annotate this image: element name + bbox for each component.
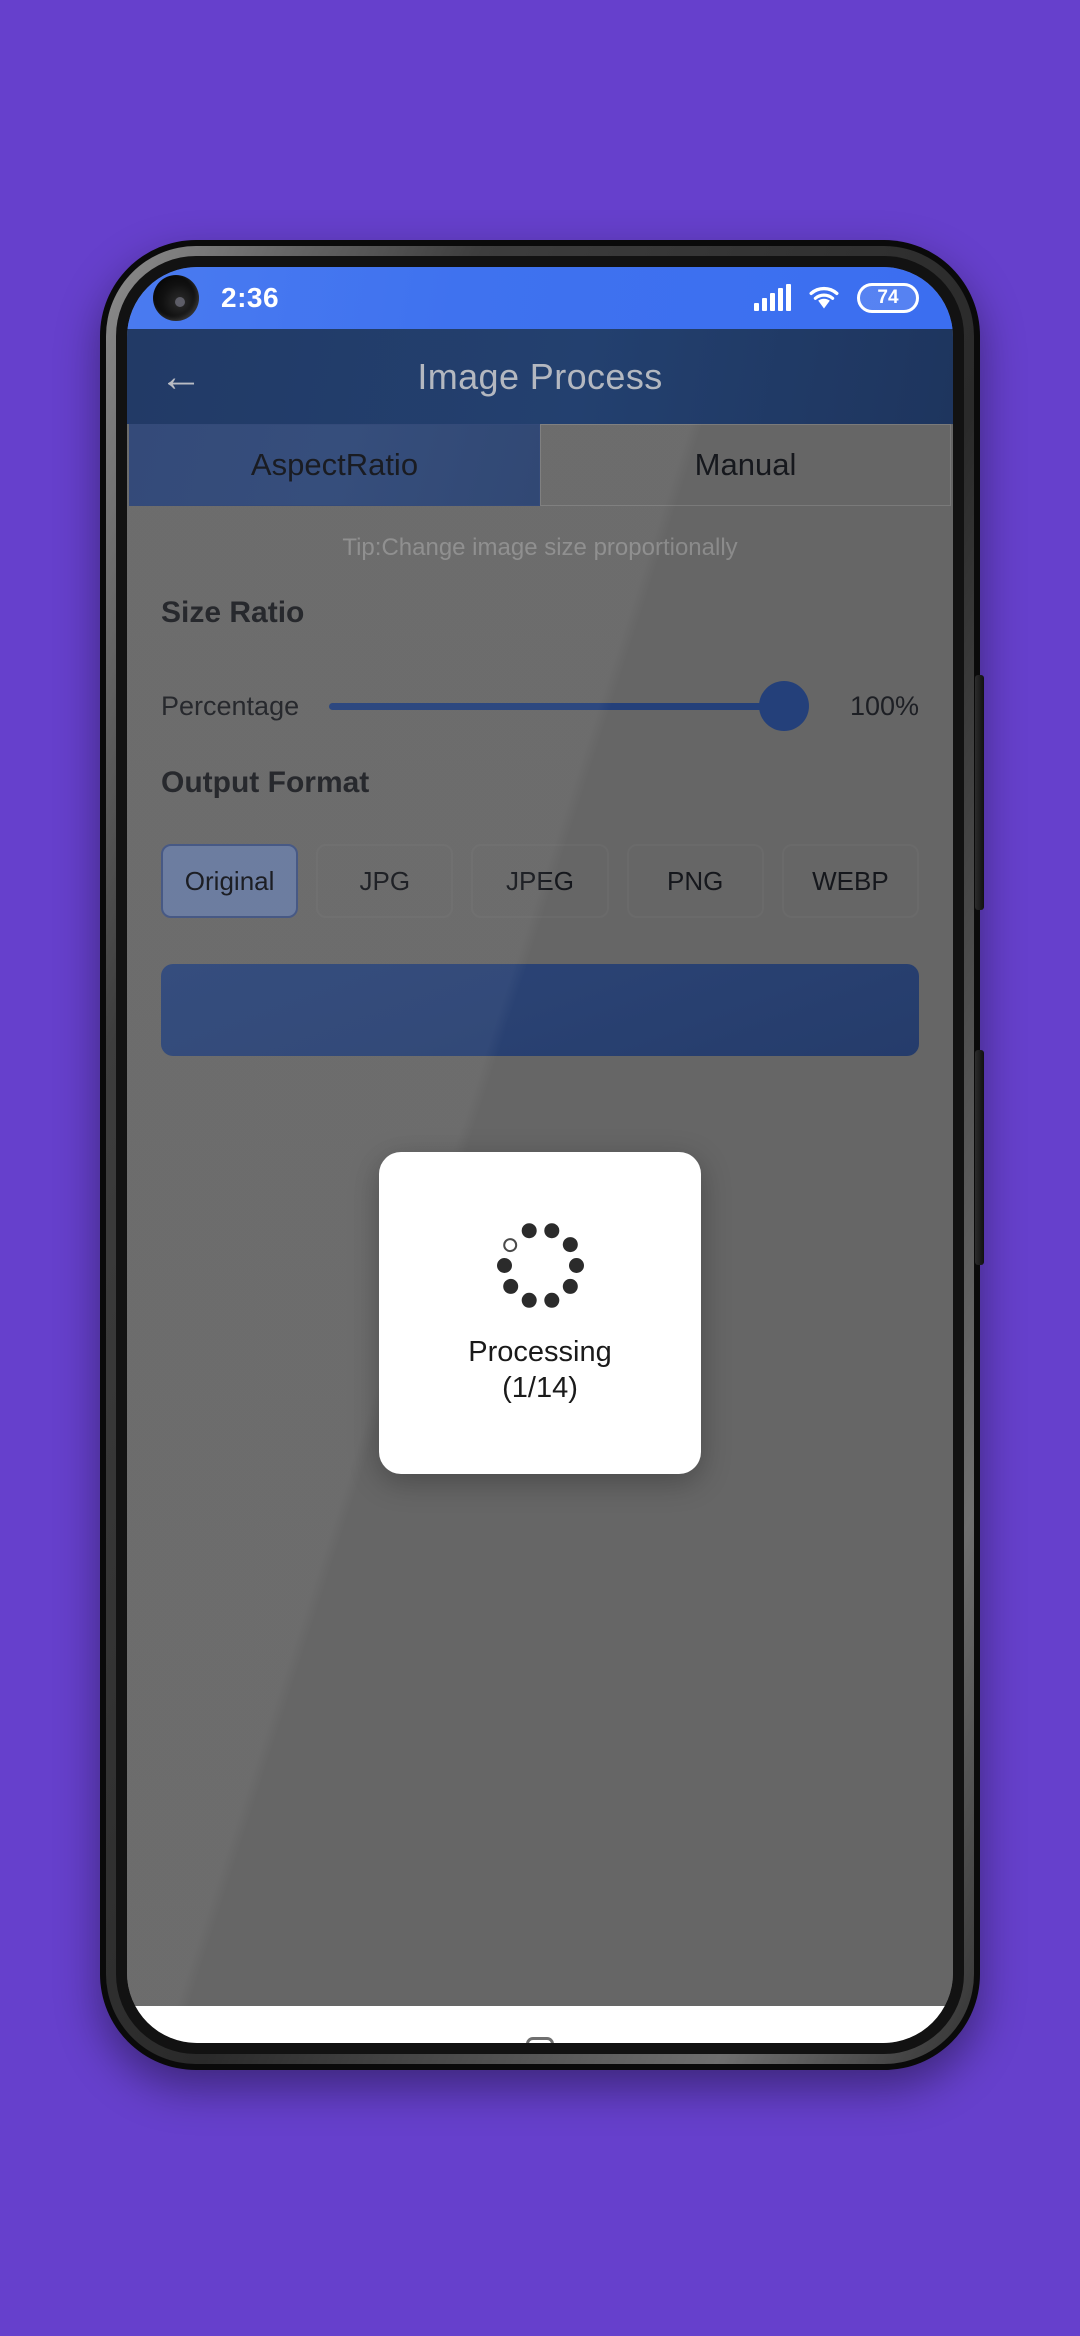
wifi-icon xyxy=(809,286,839,309)
percentage-value: 100% xyxy=(849,690,919,721)
loading-spinner-icon xyxy=(494,1220,586,1312)
processing-dialog: Processing (1/14) xyxy=(379,1152,701,1474)
dialog-status-text: Processing xyxy=(468,1335,612,1368)
phone-device: 2:36 74 ← Image Process AspectRatio Manu… xyxy=(100,240,984,2070)
main-content: AspectRatio Manual Tip:Change image size… xyxy=(127,424,953,2006)
app-bar: ← Image Process xyxy=(127,329,953,424)
system-navigation-bar: ‹ xyxy=(127,2006,953,2043)
percentage-label: Percentage xyxy=(161,690,300,721)
nav-back-icon[interactable]: ‹ xyxy=(290,2020,360,2044)
tip-text: Tip:Change image size proportionally xyxy=(342,534,738,561)
battery-icon: 74 xyxy=(857,283,919,313)
dialog-progress-text: (1/14) xyxy=(502,1372,578,1404)
tab-manual[interactable]: Manual xyxy=(540,424,951,506)
size-ratio-heading: Size Ratio xyxy=(161,596,305,629)
front-camera-punch-hole xyxy=(153,275,199,321)
percentage-slider[interactable] xyxy=(329,680,813,732)
percentage-slider-row: Percentage 100% xyxy=(161,680,919,732)
nav-back-glyph: ‹ xyxy=(318,2034,332,2044)
nav-home-icon[interactable] xyxy=(505,2020,575,2043)
slider-thumb[interactable] xyxy=(759,681,809,731)
tab-bar: AspectRatio Manual xyxy=(129,424,951,506)
tab-aspect-ratio[interactable]: AspectRatio xyxy=(129,424,540,506)
format-chip-png[interactable]: PNG xyxy=(626,844,764,918)
page-title: Image Process xyxy=(417,355,663,397)
format-chip-jpeg[interactable]: JPEG xyxy=(471,844,609,918)
nav-recents-icon[interactable] xyxy=(720,2020,790,2043)
output-format-heading: Output Format xyxy=(161,766,370,799)
format-chip-webp[interactable]: WEBP xyxy=(781,844,920,918)
slider-track xyxy=(329,702,795,710)
nav-home-glyph xyxy=(525,2037,554,2043)
power-button[interactable] xyxy=(975,1050,984,1265)
status-time: 2:36 xyxy=(221,282,280,313)
status-bar: 2:36 74 xyxy=(127,267,953,329)
process-action-button[interactable] xyxy=(161,964,919,1056)
format-chip-jpg[interactable]: JPG xyxy=(316,844,454,918)
status-indicators: 74 xyxy=(754,283,919,313)
phone-screen: 2:36 74 ← Image Process AspectRatio Manu… xyxy=(127,267,953,2043)
back-arrow-icon[interactable]: ← xyxy=(151,347,211,407)
volume-rocker-button[interactable] xyxy=(975,675,984,910)
cellular-signal-icon xyxy=(754,284,791,311)
battery-level: 74 xyxy=(877,287,899,308)
output-format-options: Original JPG JPEG PNG WEBP xyxy=(161,844,920,918)
format-chip-original[interactable]: Original xyxy=(161,844,299,918)
